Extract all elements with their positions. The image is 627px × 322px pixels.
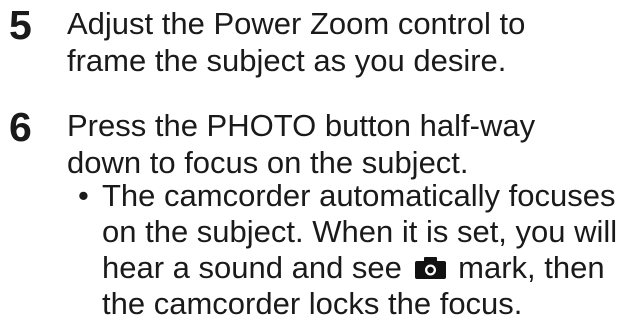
bullet-marker: • [78, 178, 89, 213]
step-text: Adjust the Power Zoom control to frame t… [67, 5, 525, 79]
step-text-line: down to focus on the subject. [67, 145, 469, 180]
bullet-line: hear a sound and see mark, then [102, 250, 605, 286]
camera-icon [414, 256, 446, 279]
bullet-line: on the subject. When it is set, you will [102, 214, 618, 249]
bullet-line: the camcorder locks the focus. [102, 286, 523, 321]
bullet-line: The camcorder automatically focuses [102, 178, 616, 213]
step-number: 5 [9, 2, 32, 48]
step-text-line: Adjust the Power Zoom control to [67, 6, 526, 41]
bullet-line-text: hear a sound and see [102, 250, 402, 285]
step-text: Press the PHOTO button half-way down to … [67, 107, 535, 181]
step-number: 6 [9, 104, 32, 150]
step-text-line: frame the subject as you desire. [67, 43, 507, 78]
bullet-line-text: mark, then [458, 250, 605, 285]
step-text-line: Press the PHOTO button half-way [67, 108, 536, 143]
